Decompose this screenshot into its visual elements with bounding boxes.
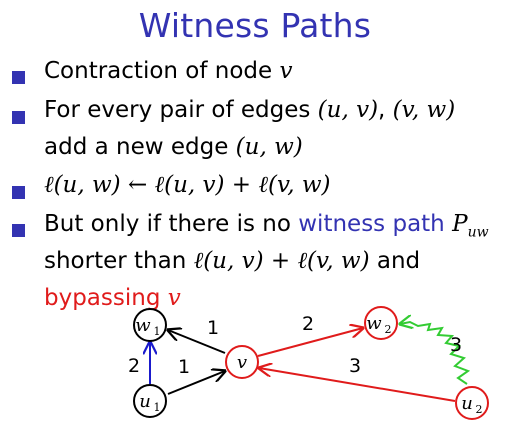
- node-w2: w 2: [364, 306, 398, 340]
- node-w1: w 1: [133, 308, 167, 342]
- svg-text:2: 2: [476, 403, 483, 416]
- graph-diagram: w 1 u 1 v w 2 u 2 1 2 1 2 3 3: [128, 306, 489, 420]
- node-u2: u 2: [455, 386, 489, 420]
- weight-v-w1: 1: [207, 317, 219, 339]
- weight-u2-v: 3: [349, 355, 361, 377]
- svg-text:u: u: [461, 393, 473, 414]
- weight-u1-w1: 2: [128, 355, 140, 377]
- weight-v-w2: 2: [302, 313, 314, 335]
- weight-u1-v: 1: [178, 356, 190, 378]
- svg-text:1: 1: [154, 401, 161, 414]
- node-u1: u 1: [133, 384, 167, 418]
- weight-u2-w2: 3: [450, 334, 462, 356]
- node-v: v: [225, 345, 259, 379]
- svg-text:u: u: [139, 391, 151, 412]
- svg-text:w: w: [135, 315, 151, 336]
- svg-text:1: 1: [154, 325, 161, 338]
- svg-text:2: 2: [385, 323, 392, 336]
- svg-text:v: v: [237, 352, 247, 373]
- svg-text:w: w: [366, 313, 382, 334]
- edge-u1-v: [167, 371, 225, 395]
